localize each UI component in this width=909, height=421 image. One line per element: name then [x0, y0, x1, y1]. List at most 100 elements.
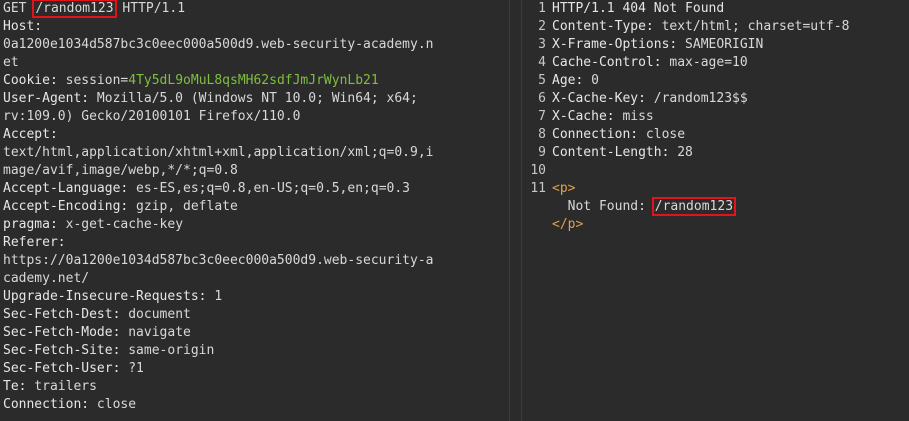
header-name: Cache-Control: [552, 55, 662, 70]
line-number: 3 [538, 37, 546, 52]
request-header-line: 0a1200e1034d587bc3c0eec000a500d9.web-sec… [0, 36, 509, 54]
response-line-5: 5 Age: 0 [522, 72, 909, 90]
request-protocol: HTTP/1.1 [122, 1, 186, 16]
header-name: Sec-Fetch-User: [3, 361, 121, 376]
request-header-line: pragma: x-get-cache-key [0, 216, 509, 234]
html-close-tag: </p> [552, 217, 584, 232]
header-value: /random123$$ [645, 91, 748, 106]
header-name: X-Cache-Key: [552, 91, 646, 106]
header-name: pragma: [3, 217, 58, 232]
request-headers: Host: 0a1200e1034d587bc3c0eec000a500d9.we… [0, 18, 509, 414]
header-value: rv:109.0) Gecko/20100101 Firefox/110.0 [3, 109, 301, 124]
header-name: Connection: [3, 397, 90, 412]
header-name: Content-Length: [552, 145, 670, 160]
header-name: Content-Type: [552, 19, 654, 34]
response-body-text-line: Not Found: /random123 [522, 197, 909, 216]
response-body-close-line: </p> [522, 216, 909, 234]
header-name: Sec-Fetch-Dest: [3, 307, 121, 322]
header-value: SAMEORIGIN [677, 37, 764, 52]
line-number: 8 [538, 127, 546, 142]
response-line-2: 2 Content-Type: text/html; charset=utf-8 [522, 18, 909, 36]
request-header-line: Sec-Fetch-Mode: navigate [0, 324, 509, 342]
header-value: https://0a1200e1034d587bc3c0eec000a500d9… [3, 253, 434, 268]
request-header-line: Upgrade-Insecure-Requests: 1 [0, 288, 509, 306]
header-name: Age: [552, 73, 584, 88]
header-value: 28 [669, 145, 693, 160]
header-name: Accept: [3, 127, 58, 142]
request-header-line: https://0a1200e1034d587bc3c0eec000a500d9… [0, 252, 509, 270]
header-value: 0a1200e1034d587bc3c0eec000a500d9.web-sec… [3, 37, 434, 52]
response-line-3: 3 X-Frame-Options: SAMEORIGIN [522, 36, 909, 54]
header-value: text/html; charset=utf-8 [653, 19, 850, 34]
header-value: close [89, 397, 137, 412]
header-name: Upgrade-Insecure-Requests: [3, 289, 207, 304]
header-name: Accept-Encoding: [3, 199, 129, 214]
header-value: gzip, deflate [128, 199, 238, 214]
request-header-line: Accept: [0, 126, 509, 144]
header-name: Sec-Fetch-Mode: [3, 325, 121, 340]
response-line-1: 1 HTTP/1.1 404 Not Found [522, 0, 909, 18]
line-number: 2 [538, 19, 546, 34]
header-name: Sec-Fetch-Site: [3, 343, 121, 358]
header-value: max-age=10 [661, 55, 748, 70]
header-value: ?1 [120, 361, 144, 376]
response-line-9: 9 Content-Length: 28 [522, 144, 909, 162]
header-value: close [638, 127, 686, 142]
request-header-line: rv:109.0) Gecko/20100101 Firefox/110.0 [0, 108, 509, 126]
header-value: text/html,application/xhtml+xml,applicat… [3, 145, 434, 160]
header-value: 0 [583, 73, 599, 88]
response-line-6: 6 X-Cache-Key: /random123$$ [522, 90, 909, 108]
response-line-4: 4 Cache-Control: max-age=10 [522, 54, 909, 72]
header-value: 1 [206, 289, 223, 304]
header-name: X-Frame-Options: [552, 37, 678, 52]
request-header-line: Sec-Fetch-Dest: document [0, 306, 509, 324]
line-number: 7 [538, 109, 546, 124]
request-line[interactable]: GET /random123 HTTP/1.1 [0, 0, 509, 18]
pane-divider[interactable] [509, 0, 522, 421]
header-value: et [3, 55, 19, 70]
header-value: same-origin [120, 343, 215, 358]
request-header-line: text/html,application/xhtml+xml,applicat… [0, 144, 509, 162]
request-header-line: Cookie: session=4Ty5dL9oMuL8qsMH62sdfJmJ… [3, 73, 379, 88]
header-name: Cookie: [3, 73, 58, 88]
request-header-line: User-Agent: Mozilla/5.0 (Windows NT 10.0… [0, 90, 509, 108]
request-header-line: Sec-Fetch-User: ?1 [0, 360, 509, 378]
request-header-line: Accept-Language: es-ES,es;q=0.8,en-US;q=… [0, 180, 509, 198]
response-pane[interactable]: 1 HTTP/1.1 404 Not Found 2 Content-Type: te… [522, 0, 909, 421]
request-header-line: mage/avif,image/webp,*/*;q=0.8 [0, 162, 509, 180]
header-value: miss [614, 109, 654, 124]
header-value: cademy.net/ [3, 271, 90, 286]
request-pane[interactable]: GET /random123 HTTP/1.1 Host: 0a1200e1034… [0, 0, 509, 421]
response-headers: 1 HTTP/1.1 404 Not Found 2 Content-Type: te… [522, 0, 909, 180]
request-header-line: Accept-Encoding: gzip, deflate [0, 198, 509, 216]
request-header-line: Sec-Fetch-Site: same-origin [0, 342, 509, 360]
line-number: 5 [538, 73, 546, 88]
request-path-highlight: /random123 [32, 0, 117, 18]
cookie-value: 4Ty5dL9oMuL8qsMH62sdfJmJrWynLb21 [128, 73, 379, 88]
response-path-highlight: /random123 [651, 197, 737, 216]
header-name: Accept-Language: [3, 181, 129, 196]
html-open-tag: <p> [552, 181, 576, 196]
header-name: Host: [3, 19, 43, 34]
request-method: GET [3, 1, 27, 16]
response-body-line-11: 11 <p> [522, 180, 909, 198]
line-number: 4 [538, 55, 546, 70]
header-name: X-Cache: [552, 109, 615, 124]
header-name: Te: [3, 379, 27, 394]
header-name: Connection: [552, 127, 639, 142]
header-value: document [120, 307, 191, 322]
request-header-line: Referer: [0, 234, 509, 252]
request-header-line: Host: [0, 18, 509, 36]
header-name: User-Agent: [3, 91, 90, 106]
not-found-text: Not Found: [552, 199, 654, 214]
line-number: 1 [538, 1, 546, 16]
response-line-7: 7 X-Cache: miss [522, 108, 909, 126]
line-number: 10 [530, 163, 546, 178]
header-value: es-ES,es;q=0.8,en-US;q=0.5,en;q=0.3 [128, 181, 410, 196]
request-header-line: et [0, 54, 509, 72]
line-number: 11 [530, 181, 546, 196]
header-value: trailers [26, 379, 97, 394]
line-number: 9 [538, 145, 546, 160]
request-header-line: Connection: close [0, 396, 509, 414]
header-value: mage/avif,image/webp,*/*;q=0.8 [3, 163, 238, 178]
